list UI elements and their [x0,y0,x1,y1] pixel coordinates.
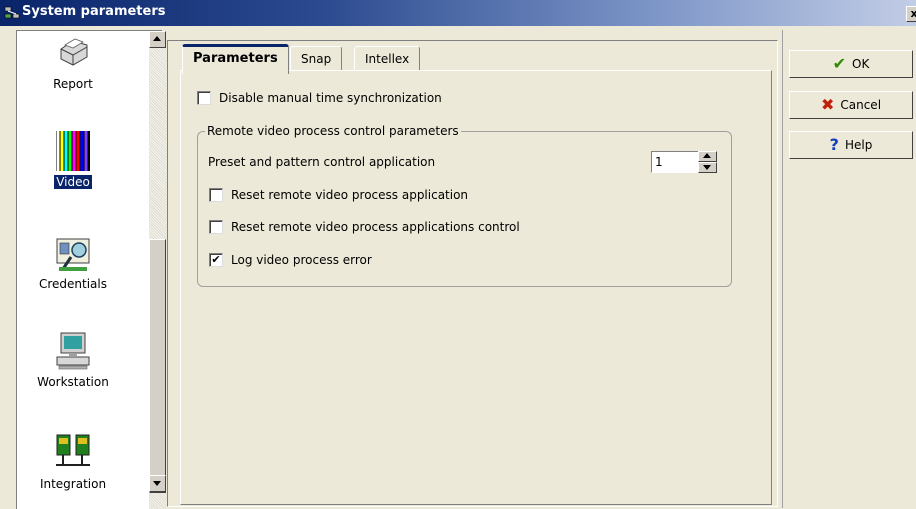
sidebar-item-report[interactable]: Report [17,33,129,91]
help-label: Help [844,138,873,152]
system-parameters-icon [4,6,20,19]
preset-label: Preset and pattern control application [208,155,436,169]
reset-app-checkbox[interactable]: Reset remote video process application [209,188,468,202]
spin-down-icon [703,165,711,170]
tab-intellex[interactable]: Intellex [354,46,421,71]
group-title: Remote video process control parameters [205,124,461,138]
credentials-icon [56,238,90,271]
window-title: System parameters [22,4,166,19]
sidebar-item-label: Credentials [38,277,107,291]
checkbox-box[interactable] [197,91,211,105]
sidebar-item-label: Video [54,175,92,189]
log-error-checkbox[interactable]: ✔ Log video process error [209,253,372,267]
spin-down-button[interactable] [698,162,717,173]
sidebar-item-workstation[interactable]: Workstation [17,331,129,389]
computer-icon [56,332,90,370]
arrow-down-icon [153,481,161,486]
sidebar-item-label: Workstation [37,375,109,389]
checkbox-box[interactable] [209,220,223,234]
disable-time-sync-checkbox[interactable]: Disable manual time synchronization [197,91,442,105]
sidebar-item-label: Report [53,77,93,91]
sidebar-item-label: Integration [39,477,107,491]
sidebar-scrollbar[interactable] [149,31,166,509]
close-button[interactable]: x [906,6,916,22]
checkbox-box[interactable] [209,188,223,202]
scroll-thumb[interactable] [149,239,166,493]
checkbox-label: Reset remote video process applications … [231,220,520,234]
ok-label: OK [852,57,870,71]
reset-app-control-checkbox[interactable]: Reset remote video process applications … [209,220,520,234]
scroll-up-button[interactable] [149,31,166,48]
network-icon [56,434,90,466]
sidebar-item-integration[interactable]: Integration [17,433,129,491]
checkbox-label: Disable manual time synchronization [219,91,442,105]
spin-up-button[interactable] [698,151,717,162]
cancel-x-icon: ✖ [820,95,835,114]
help-question-icon: ? [829,135,839,154]
spin-up-icon [703,153,711,158]
printer-icon [60,38,88,66]
checkmark-icon: ✔ [832,54,847,73]
tab-snap[interactable]: Snap [290,46,343,71]
shortcut-bar: Report Video Credentials Workstation Int… [16,30,166,509]
scroll-down-button[interactable] [149,475,166,492]
checkmark-icon[interactable]: ✔ [209,253,223,267]
arrow-up-icon [153,36,161,41]
left-pane-border [6,26,16,508]
video-bars-icon [56,131,90,171]
right-pane-divider [782,30,783,508]
preset-value-field[interactable]: 1 [651,151,700,173]
sidebar-item-credentials[interactable]: Credentials [17,237,129,291]
preset-spinner[interactable]: 1 [651,151,717,173]
cancel-label: Cancel [840,98,882,112]
tab-parameters[interactable]: Parameters [182,44,289,74]
sidebar-item-video[interactable]: Video [17,131,129,189]
checkbox-label: Reset remote video process application [231,188,469,202]
help-button[interactable]: ? Help [789,131,913,159]
title-bar: System parameters x [0,0,916,26]
ok-button[interactable]: ✔ OK [789,50,913,78]
checkbox-label: Log video process error [231,253,372,267]
cancel-button[interactable]: ✖ Cancel [789,91,913,119]
